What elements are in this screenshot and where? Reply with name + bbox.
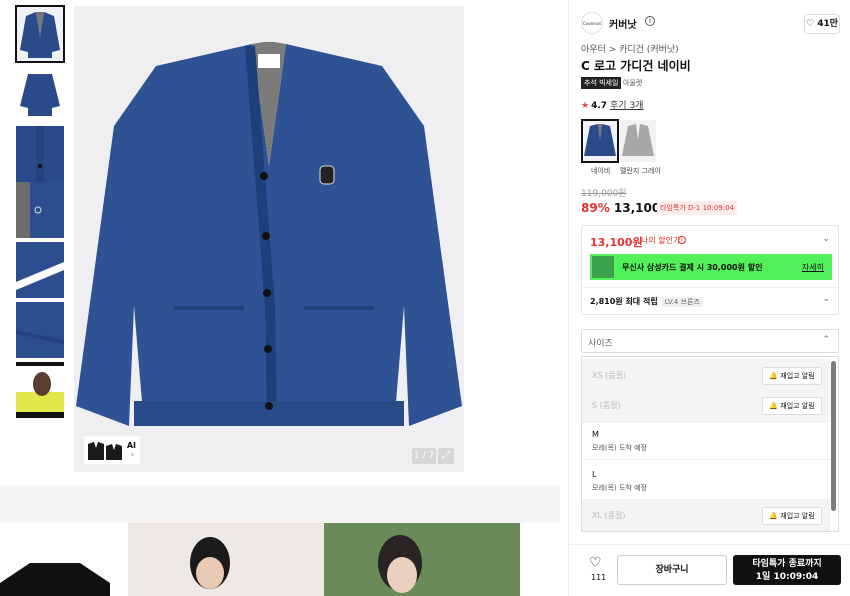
chevron-right-icon: › [130, 450, 134, 459]
size-option-m[interactable]: M 모레(목) 도착 예정 [582, 423, 830, 457]
size-option-xs[interactable]: XS (품절) 🔔 재입고 알림 [582, 359, 830, 393]
related-products-strip [0, 523, 560, 596]
thumbnail-detail-4[interactable] [16, 302, 64, 358]
card-promo-text: 무신사 삼성카드 결제 시 30,000원 할인 [622, 263, 763, 272]
like-count: 111 [591, 573, 607, 582]
related-items-icon [88, 442, 122, 460]
review-link[interactable]: 후기 3개 [610, 101, 643, 111]
brand-row: Covernat 커버낫 i ♡ 41만 [581, 12, 840, 36]
gray-swatch-image [620, 120, 656, 162]
gallery-panel: AI › 1 / 7 ⤢ [0, 0, 568, 596]
product-title: C 로고 가디건 네이비 [581, 59, 691, 73]
my-discount-label: 나의 할인가 [641, 236, 681, 245]
brand-logo[interactable]: Covernat [581, 12, 603, 34]
cardigan-illustration [74, 6, 464, 472]
delivery-estimate: 모레(목) 도착 예정 [592, 484, 647, 492]
rating-row: ★ 4.7 후기 3개 [581, 98, 643, 111]
sale-badge: 추석 빅세일 [581, 77, 622, 89]
my-discount-price: 13,100원 [590, 236, 643, 249]
color-swatch-navy[interactable] [581, 119, 619, 163]
ai-recommend-badge[interactable]: AI › [84, 436, 140, 464]
color-label-navy: 네이비 [591, 167, 611, 175]
rating-score: 4.7 [591, 101, 608, 111]
thumbnail-model[interactable] [16, 362, 64, 418]
chevron-down-icon[interactable]: ⌄ [822, 294, 830, 304]
size-select[interactable]: 사이즈 ⌃ [581, 329, 839, 353]
image-counter: 1 / 7 [412, 448, 436, 464]
buy-now-button[interactable]: 타임특가 종료까지 1일 10:09:04 [733, 555, 841, 585]
size-name: XL (품절) [592, 511, 626, 520]
thumbnail-back[interactable] [16, 66, 64, 122]
heart-icon[interactable]: ♡ [589, 555, 602, 571]
divider [582, 287, 838, 288]
section-divider [0, 485, 560, 523]
size-option-s[interactable]: S (품절) 🔔 재입고 알림 [582, 389, 830, 423]
divider [582, 459, 830, 460]
buy-button-line1: 타임특가 종료까지 [752, 559, 822, 569]
card-promo-link[interactable]: 자세히 [802, 262, 824, 273]
points-text: 2,810원 최대 적립 [590, 297, 658, 306]
navy-swatch-image [582, 120, 618, 162]
main-product-image[interactable] [74, 6, 464, 472]
restock-alert-button[interactable]: 🔔 재입고 알림 [762, 507, 822, 525]
original-price: 119,000원 [581, 189, 627, 199]
benefit-box: 13,100원 나의 할인가 i ⌄ 무신사 삼성카드 결제 시 30,000원… [581, 225, 839, 315]
restock-label: 재입고 알림 [780, 372, 815, 380]
purchase-bar: ♡ 111 장바구니 타임특가 종료까지 1일 10:09:04 [569, 544, 850, 596]
card-promo-banner[interactable]: 무신사 삼성카드 결제 시 30,000원 할인 자세히 [590, 254, 832, 280]
product-info-panel: Covernat 커버낫 i ♡ 41만 아우터 > 카디건 (커버낫) C 로… [568, 0, 850, 596]
thumbnail-detail-2[interactable] [16, 182, 64, 238]
size-select-label: 사이즈 [588, 339, 613, 349]
brand-like-count: 41만 [817, 19, 838, 29]
discount-percent: 89% [581, 201, 610, 215]
info-icon[interactable]: i [645, 16, 655, 26]
size-name: S (품절) [592, 401, 621, 410]
points-row: 2,810원 최대 적립 LV.4 브론즈 [590, 296, 703, 307]
size-option-list: XS (품절) 🔔 재입고 알림 S (품절) 🔔 재입고 알림 M 모레(목)… [581, 356, 839, 532]
size-name: M [592, 430, 599, 439]
thumbnail-front[interactable] [15, 5, 65, 63]
scrollbar[interactable] [831, 361, 836, 511]
restock-label: 재입고 알림 [780, 512, 815, 520]
add-to-cart-button[interactable]: 장바구니 [617, 555, 727, 585]
chevron-up-icon: ⌃ [822, 335, 830, 345]
restock-label: 재입고 알림 [780, 402, 815, 410]
time-deal-badge: 타임특가 D-1 10:09:04 [657, 201, 738, 215]
related-products-images[interactable] [0, 523, 560, 596]
restock-alert-button[interactable]: 🔔 재입고 알림 [762, 367, 822, 385]
color-swatch-gray[interactable] [620, 120, 656, 162]
ai-label: AI [126, 441, 136, 450]
size-name: XS (품절) [592, 371, 627, 380]
breadcrumb[interactable]: 아우터 > 카디건 (커버낫) [581, 42, 679, 55]
expand-icon[interactable]: ⤢ [438, 448, 454, 464]
size-name: L [592, 470, 597, 479]
brand-name[interactable]: 커버낫 [609, 16, 637, 31]
size-option-xl[interactable]: XL (품절) 🔔 재입고 알림 [582, 499, 830, 531]
color-label-gray: 멜란지 그레이 [620, 167, 661, 175]
chevron-down-icon[interactable]: ⌄ [822, 234, 830, 244]
card-image [592, 256, 614, 278]
thumbnail-detail-1[interactable] [16, 126, 64, 182]
member-level-badge: LV.4 브론즈 [661, 297, 703, 307]
buy-button-line2: 1일 10:09:04 [755, 572, 819, 582]
brand-like-button[interactable]: ♡ 41만 [804, 14, 840, 34]
restock-alert-button[interactable]: 🔔 재입고 알림 [762, 397, 822, 415]
star-icon: ★ [581, 101, 590, 111]
info-icon[interactable]: i [678, 236, 686, 244]
outlet-badge: 아울렛 [623, 79, 643, 87]
delivery-estimate: 모레(목) 도착 예정 [592, 444, 647, 452]
thumbnail-detail-3[interactable] [16, 242, 64, 298]
size-option-l[interactable]: L 모레(목) 도착 예정 [582, 463, 830, 497]
